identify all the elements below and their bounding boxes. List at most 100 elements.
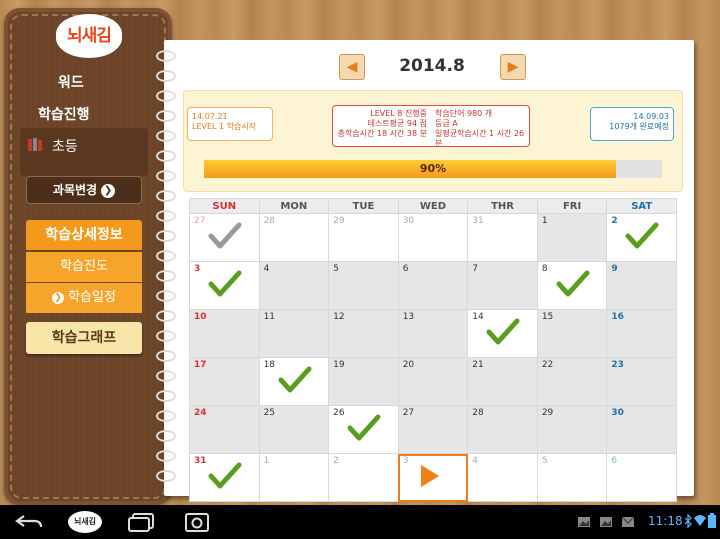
calendar-day[interactable]: 8	[536, 261, 608, 310]
binder-ring	[156, 190, 176, 202]
calendar-day[interactable]: 24	[189, 405, 260, 454]
calendar-day[interactable]: 11	[258, 309, 330, 358]
day-number: 28	[472, 408, 484, 418]
weekday-mon: MON	[258, 198, 330, 214]
wifi-icon	[694, 515, 706, 526]
home-logo[interactable]: 뇌새김	[68, 511, 102, 533]
month-title: 2014.8	[399, 56, 465, 76]
day-number: 29	[541, 408, 554, 418]
calendar-day[interactable]: 21	[467, 357, 538, 406]
calendar-day[interactable]: 4	[467, 453, 538, 502]
calendar-day[interactable]: 16	[606, 309, 677, 358]
calendar-day[interactable]: 29	[328, 213, 399, 262]
play-icon[interactable]	[420, 465, 439, 487]
binder-ring	[156, 450, 176, 462]
calendar-day[interactable]: 30	[606, 405, 677, 454]
calendar-day[interactable]: 31	[189, 453, 260, 502]
menu-learning-progress[interactable]: 학습진도	[26, 252, 142, 282]
calendar-day[interactable]: 28	[258, 213, 330, 262]
prev-month-button[interactable]: ◀	[339, 54, 365, 80]
calendar-day[interactable]: 30	[397, 213, 469, 262]
day-number: 17	[194, 360, 207, 370]
app-logo: 뇌새김	[56, 14, 122, 58]
calendar-week: 17 18 19 20 21 22 23	[189, 357, 677, 406]
day-number: 2	[333, 456, 339, 466]
calendar-day[interactable]: 27	[189, 213, 260, 262]
day-number: 14	[472, 312, 484, 322]
calendar-day[interactable]: 9	[606, 261, 677, 310]
status-test-avg: 테스트평균 94 점	[367, 119, 427, 128]
calendar-day[interactable]: 1	[258, 453, 330, 502]
recent-apps-icon[interactable]	[126, 512, 156, 532]
screenshot-icon[interactable]	[184, 511, 210, 533]
check-icon	[208, 222, 242, 249]
calendar-day[interactable]: 12	[328, 309, 399, 358]
start-bubble: 14.07.21 LEVEL 1 학습시작	[187, 107, 273, 141]
status-grade: 등급 A	[435, 119, 458, 128]
calendar-day[interactable]: 3	[397, 453, 469, 502]
check-icon	[278, 366, 312, 393]
calendar-day[interactable]: 23	[606, 357, 677, 406]
calendar-day[interactable]: 3	[189, 261, 260, 310]
check-icon	[208, 462, 242, 489]
calendar-day[interactable]: 4	[258, 261, 330, 310]
day-number: 27	[194, 216, 206, 226]
binder-ring	[156, 310, 176, 322]
day-number: 5	[541, 456, 548, 466]
gallery-icon	[600, 517, 612, 527]
day-number: 27	[402, 408, 415, 418]
calendar-day[interactable]: 27	[397, 405, 469, 454]
next-month-button[interactable]: ▶	[500, 54, 526, 80]
calendar-day[interactable]: 2	[328, 453, 399, 502]
menu-learning-detail[interactable]: 학습상세정보	[26, 220, 142, 250]
battery-icon	[708, 513, 716, 528]
calendar-day[interactable]: 10	[189, 309, 260, 358]
calendar-week: 24 25 26 27 28 29 30	[189, 405, 677, 454]
calendar-day[interactable]: 15	[536, 309, 608, 358]
check-icon	[486, 318, 520, 345]
day-number: 4	[472, 456, 478, 466]
binder-ring	[156, 250, 176, 262]
calendar-day[interactable]: 19	[328, 357, 399, 406]
selected-chevron-icon: ❯	[52, 291, 65, 304]
weekday-sat: SAT	[606, 198, 677, 214]
calendar-week: 31 1 2 3 4 5 6	[189, 453, 677, 502]
binder-ring	[156, 70, 176, 82]
calendar-day[interactable]: 29	[536, 405, 608, 454]
calendar-day[interactable]: 14	[467, 309, 538, 358]
end-bubble: 14.09.03 1079개 완료예정	[590, 107, 674, 141]
calendar-day[interactable]: 20	[397, 357, 469, 406]
calendar-day[interactable]: 6	[397, 261, 469, 310]
day-number: 25	[263, 408, 276, 418]
back-icon[interactable]	[14, 512, 44, 532]
calendar-day[interactable]: 31	[467, 213, 538, 262]
change-subject-label: 과목변경	[52, 183, 98, 197]
day-number: 1	[541, 216, 548, 226]
day-number: 23	[611, 360, 624, 370]
binder-ring	[156, 110, 176, 122]
calendar-day[interactable]: 5	[328, 261, 399, 310]
day-number: 11	[263, 312, 276, 322]
calendar-day[interactable]: 26	[328, 405, 399, 454]
calendar-day[interactable]: 2	[606, 213, 677, 262]
calendar-day[interactable]: 6	[606, 453, 677, 502]
calendar-day[interactable]: 18	[258, 357, 330, 406]
calendar-day[interactable]: 13	[397, 309, 469, 358]
calendar-day[interactable]: 28	[467, 405, 538, 454]
day-number: 7	[472, 264, 478, 274]
binder-ring	[156, 150, 176, 162]
level-label: 초등	[52, 139, 78, 155]
day-number: 4	[263, 264, 270, 274]
change-subject-button[interactable]: 과목변경 ❯	[26, 176, 142, 204]
calendar-day[interactable]: 5	[536, 453, 608, 502]
menu-learning-graph[interactable]: 학습그래프	[26, 322, 142, 354]
calendar-day[interactable]: 7	[467, 261, 538, 310]
day-number: 13	[402, 312, 415, 322]
weekday-wed: WED	[397, 198, 469, 214]
calendar-day[interactable]: 25	[258, 405, 330, 454]
calendar-day[interactable]: 22	[536, 357, 608, 406]
calendar-day[interactable]: 17	[189, 357, 260, 406]
menu-learning-schedule[interactable]: ❯ 학습일정	[26, 283, 142, 313]
calendar-day[interactable]: 1	[536, 213, 608, 262]
day-number: 5	[333, 264, 339, 274]
